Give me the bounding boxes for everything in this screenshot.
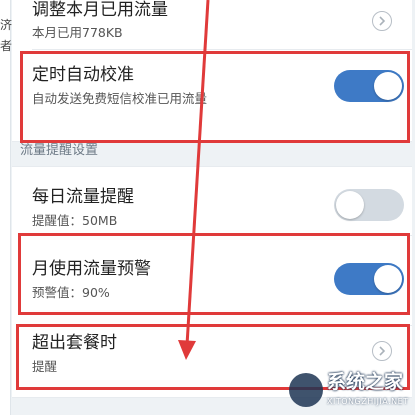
settings-page: 济 者 调整本月已用流量 本月已用778KB 定时自动校准 自动发送免费短信校准… [0, 0, 415, 415]
watermark-url: XITONGZHIJIA.NET [327, 397, 409, 406]
annotation-arrow [178, 0, 210, 360]
watermark-name: 系统之家 [327, 371, 404, 393]
watermark-logo-icon [289, 373, 323, 407]
watermark: 系统之家 XITONGZHIJIA.NET [289, 367, 409, 411]
